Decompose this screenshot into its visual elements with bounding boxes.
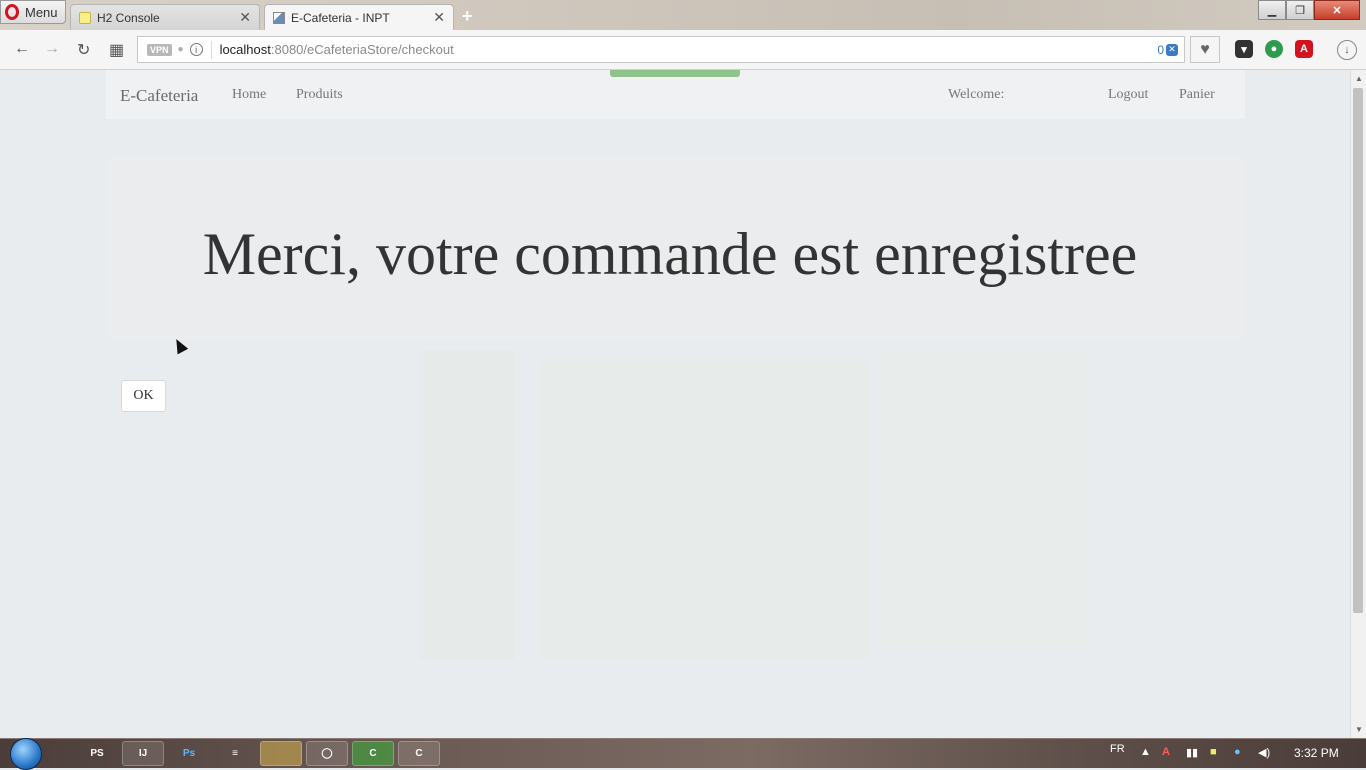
nav-produits[interactable]: Produits [296,87,343,103]
address-divider [210,40,212,59]
forward-arrow-icon[interactable]: → [44,40,60,58]
url-host: localhost [219,42,271,57]
acrobat-extension-icon[interactable]: A [1295,40,1313,58]
minimize-button[interactable]: ▁ [1258,0,1286,20]
windows-taskbar: PS IJ Ps ≡ ◯ C C FR ▲ A ▮▮ ■ ● ◀) 3:32 P… [0,738,1366,770]
taskbar-app-camtasia-recorder[interactable]: C [398,741,440,766]
taskbar-app-notes[interactable]: ≡ [214,741,256,766]
volume-icon[interactable]: ◀) [1258,746,1270,759]
site-brand[interactable]: E-Cafeteria [120,86,198,106]
tab-title: E-Cafeteria - INPT [291,10,390,25]
nav-logout[interactable]: Logout [1108,87,1148,103]
browser-toolbar: ← → ↻ ▦ VPN ● i localhost :8080/eCafeter… [0,30,1366,70]
tab-h2-console[interactable]: H2 Console ✕ [70,4,260,30]
background-shape [540,360,870,660]
window-close-button[interactable]: ✕ [1314,0,1360,20]
address-bar[interactable]: VPN ● i localhost :8080/eCafeteriaStore/… [137,36,1185,63]
download-icon[interactable]: ↓ [1337,40,1357,60]
tray-expand-icon[interactable]: ▲ [1140,746,1151,758]
site-navbar: E-Cafeteria Home Produits Welcome: Logou… [106,70,1245,119]
confirmation-headline: Merci, votre commande est enregistree [202,221,1138,287]
acrobat-tray-icon[interactable]: A [1162,746,1170,758]
menu-label: Menu [25,4,58,20]
nav-panier[interactable]: Panier [1179,87,1215,103]
welcome-label: Welcome: [948,87,1005,102]
clock-time[interactable]: 3:32 PM [1294,746,1339,760]
reload-icon[interactable]: ↻ [77,40,90,60]
tab-title: H2 Console [97,10,160,25]
taskbar-app-explorer[interactable] [260,741,302,766]
scroll-up-arrow-icon[interactable]: ▲ [1355,74,1363,83]
background-shape [880,350,1085,650]
scrollbar-thumb[interactable] [1353,88,1363,613]
background-shape [420,350,515,660]
language-indicator[interactable]: FR [1110,743,1125,755]
bookmark-heart-button[interactable]: ♥ [1190,36,1220,63]
ok-button[interactable]: OK [121,380,166,412]
opera-logo-icon [5,4,19,20]
taskbar-app-opera[interactable]: ◯ [306,741,348,766]
network-signal-icon[interactable]: ▮▮ [1186,746,1198,759]
taskbar-app-phpstorm[interactable]: PS [76,741,118,766]
taskbar-app-photoshop[interactable]: Ps [168,741,210,766]
window-controls: ▁ ❐ ✕ [1258,0,1360,20]
sync-tray-icon[interactable]: ● [1234,746,1241,758]
new-tab-plus-icon[interactable]: + [462,6,473,27]
notes-tray-icon[interactable]: ■ [1210,746,1217,758]
browser-titlebar: Menu H2 Console ✕ E-Cafeteria - INPT ✕ +… [0,0,1366,30]
url-path: :8080/eCafeteriaStore/checkout [270,42,454,57]
e-cafeteria-favicon-icon [273,11,285,24]
tab-e-cafeteria[interactable]: E-Cafeteria - INPT ✕ [264,4,454,30]
pocket-extension-icon[interactable]: ▾ [1235,40,1253,58]
vpn-badge[interactable]: VPN [147,43,172,56]
scroll-down-arrow-icon[interactable]: ▼ [1355,725,1363,734]
nav-home[interactable]: Home [232,87,266,103]
taskbar-app-intellij[interactable]: IJ [122,741,164,766]
taskbar-app-camtasia[interactable]: C [352,741,394,766]
opera-menu-button[interactable]: Menu [0,0,66,24]
adblock-shield-icon[interactable]: ✕ [1166,43,1178,56]
separator-dot-icon: ● [177,44,184,55]
tab-close-icon[interactable]: ✕ [239,9,251,26]
windows-start-icon[interactable] [10,738,42,770]
notification-strip [610,70,740,77]
back-arrow-icon[interactable]: ← [14,40,30,58]
h2-console-favicon-icon [79,11,91,24]
shield-extension-icon[interactable]: ● [1265,40,1283,58]
page-scrollbar[interactable]: ▲ ▼ [1350,70,1366,738]
speed-dial-grid-icon[interactable]: ▦ [109,40,124,60]
tab-close-icon[interactable]: ✕ [433,9,445,26]
adblock-count: 0 [1157,42,1164,57]
page-viewport: E-Cafeteria Home Produits Welcome: Logou… [0,70,1350,738]
restore-button[interactable]: ❐ [1286,0,1314,20]
site-info-icon[interactable]: i [189,43,203,56]
